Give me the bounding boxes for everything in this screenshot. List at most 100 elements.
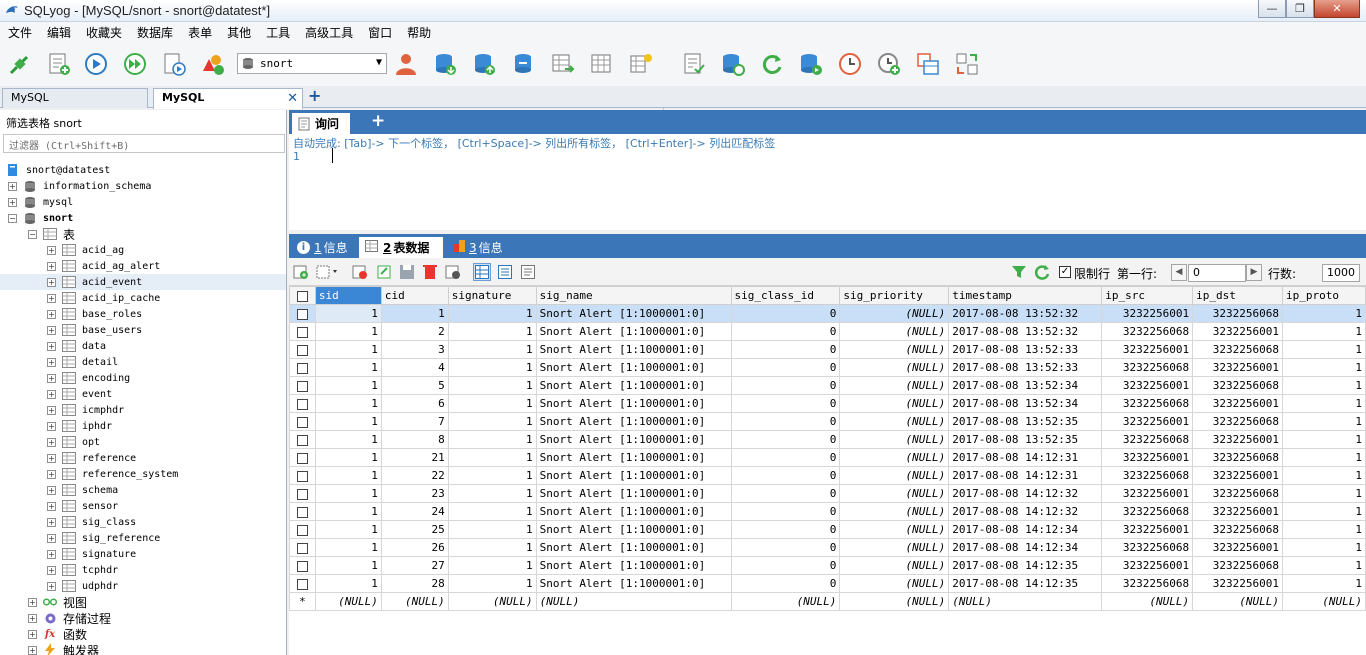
save-icon[interactable] [398, 263, 416, 281]
table-cell[interactable]: 2017-08-08 14:12:34 [948, 538, 1103, 557]
text-view-icon[interactable] [519, 263, 537, 281]
table-cell[interactable]: 3232256001 [1101, 412, 1194, 431]
table-cell[interactable]: 0 [730, 376, 841, 395]
tree-db-snort[interactable]: − snort [8, 210, 73, 226]
table-cell[interactable]: 28 [380, 574, 449, 593]
table-cell[interactable]: Snort Alert [1:1000001:0] [535, 376, 732, 395]
tree-db-information-schema[interactable]: + information_schema [8, 178, 151, 194]
tree-table-item[interactable]: + detail [0, 354, 286, 370]
table-cell[interactable]: 3232256001 [1192, 394, 1284, 413]
table-cell[interactable]: 7 [380, 412, 449, 431]
expand-icon[interactable]: + [47, 245, 56, 255]
table-cell[interactable]: 1 [447, 304, 537, 323]
schema-tools-icon[interactable] [199, 50, 227, 78]
table-cell[interactable]: 3232256001 [1101, 484, 1194, 503]
column-header-ip-proto[interactable]: ip_proto [1282, 286, 1366, 305]
table-cell[interactable]: 1 [1282, 556, 1366, 575]
table-cell[interactable]: 1 [1282, 466, 1366, 485]
expand-icon[interactable]: + [47, 469, 56, 479]
previous-page-button[interactable]: ◀ [1171, 264, 1187, 281]
tree-tables-folder[interactable]: − 表 [28, 226, 75, 242]
table-cell[interactable]: (NULL) [839, 520, 950, 539]
table-cell[interactable]: 24 [380, 502, 449, 521]
tab-messages[interactable]: i 1 信息 [291, 237, 354, 258]
tree-table-item[interactable]: + schema [0, 482, 286, 498]
expand-icon[interactable]: + [47, 485, 56, 495]
first-row-input[interactable]: 0 [1188, 264, 1246, 282]
add-connection-tab-button[interactable]: + [308, 86, 321, 105]
table-cell[interactable]: 0 [730, 340, 841, 359]
table-cell[interactable]: 1 [447, 394, 537, 413]
table-cell[interactable]: 1 [314, 538, 382, 557]
export-table-icon[interactable] [549, 50, 577, 78]
expand-icon[interactable]: + [47, 501, 56, 511]
menu-window[interactable]: 窗口 [368, 24, 392, 41]
table-cell[interactable]: 1 [314, 484, 382, 503]
filter-icon[interactable] [1010, 263, 1028, 281]
add-query-tab-button[interactable]: + [371, 111, 385, 131]
table-cell[interactable]: (NULL) [839, 502, 950, 521]
minimize-button[interactable]: — [1258, 0, 1286, 18]
table-cell[interactable]: Snort Alert [1:1000001:0] [535, 520, 732, 539]
table-cell[interactable]: (NULL) [839, 412, 950, 431]
table-cell[interactable]: 1 [1282, 412, 1366, 431]
table-cell[interactable]: 22 [380, 466, 449, 485]
table-cell[interactable]: 3232256068 [1101, 394, 1194, 413]
tree-views-folder[interactable]: + 视图 [28, 594, 87, 610]
cancel-changes-icon[interactable] [444, 263, 462, 281]
table-cell[interactable]: 3232256001 [1192, 502, 1284, 521]
expand-icon[interactable]: + [28, 645, 37, 655]
table-cell[interactable]: 3232256068 [1101, 502, 1194, 521]
table-cell[interactable]: Snort Alert [1:1000001:0] [535, 466, 732, 485]
expand-icon[interactable]: + [47, 309, 56, 319]
table-cell[interactable]: 1 [314, 574, 382, 593]
table-cell[interactable]: 2017-08-08 14:12:31 [948, 466, 1103, 485]
close-tab-icon[interactable]: ✕ [287, 91, 298, 106]
new-row-cell[interactable]: (NULL) [1192, 592, 1284, 611]
table-cell[interactable]: Snort Alert [1:1000001:0] [535, 412, 732, 431]
menu-table[interactable]: 表单 [188, 24, 212, 41]
table-cell[interactable]: 2017-08-08 14:12:34 [948, 520, 1103, 539]
menu-help[interactable]: 帮助 [407, 24, 431, 41]
tree-table-item[interactable]: + encoding [0, 370, 286, 386]
expand-icon[interactable]: + [47, 565, 56, 575]
table-cell[interactable]: 3232256068 [1192, 304, 1284, 323]
table-cell[interactable]: 1 [1282, 340, 1366, 359]
table-cell[interactable]: 1 [447, 556, 537, 575]
column-header-sig-name[interactable]: sig_name [535, 286, 732, 305]
table-cell[interactable]: 3232256001 [1101, 520, 1194, 539]
expand-icon[interactable]: + [47, 437, 56, 447]
table-cell[interactable]: 1 [314, 520, 382, 539]
new-row-cell[interactable]: (NULL) [314, 592, 382, 611]
copy-row-icon[interactable] [351, 263, 369, 281]
insert-row-icon[interactable] [292, 263, 310, 281]
menu-other[interactable]: 其他 [227, 24, 251, 41]
table-cell[interactable]: 1 [447, 448, 537, 467]
restore-database-icon[interactable] [471, 50, 499, 78]
schedule-backup-icon[interactable] [797, 50, 825, 78]
table-cell[interactable]: 0 [730, 430, 841, 449]
table-cell[interactable]: 3232256068 [1192, 448, 1284, 467]
row-select-cell[interactable] [289, 412, 316, 431]
expand-icon[interactable]: + [28, 597, 37, 607]
table-data-icon[interactable] [588, 50, 616, 78]
tree-table-item[interactable]: + acid_ip_cache [0, 290, 286, 306]
expand-icon[interactable]: + [47, 341, 56, 351]
row-checkbox[interactable] [296, 470, 308, 482]
expand-icon[interactable]: + [47, 277, 56, 287]
table-cell[interactable]: 0 [730, 484, 841, 503]
table-cell[interactable]: 5 [380, 376, 449, 395]
table-cell[interactable]: (NULL) [839, 466, 950, 485]
tree-table-item[interactable]: + acid_ag [0, 242, 286, 258]
row-checkbox[interactable] [296, 560, 308, 572]
scheduled-job-icon[interactable] [875, 50, 903, 78]
expand-icon[interactable]: + [8, 197, 17, 207]
collapse-icon[interactable]: − [8, 213, 17, 223]
tree-table-item[interactable]: + iphdr [0, 418, 286, 434]
tree-procedures-folder[interactable]: + 存储过程 [28, 610, 111, 626]
table-cell[interactable]: 1 [314, 358, 382, 377]
new-row-cell[interactable]: (NULL) [839, 592, 950, 611]
row-count-input[interactable]: 1000 [1322, 264, 1360, 282]
table-cell[interactable]: 3232256068 [1192, 412, 1284, 431]
row-select-cell[interactable] [289, 322, 316, 341]
